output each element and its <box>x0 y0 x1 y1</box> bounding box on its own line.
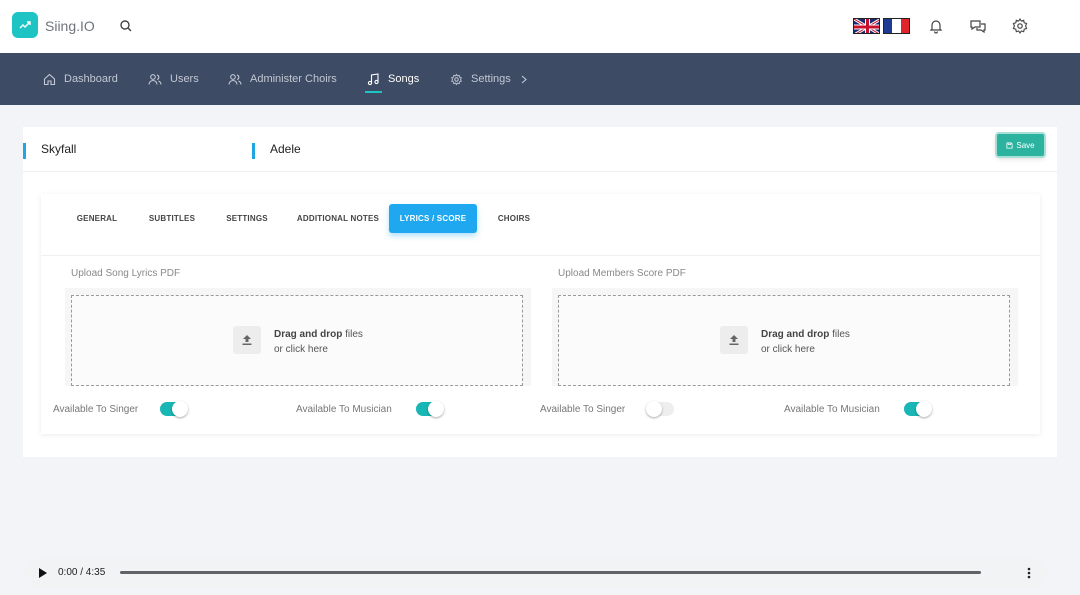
lyrics-singer-toggle[interactable] <box>160 401 188 417</box>
divider <box>41 255 1040 256</box>
more-options-icon[interactable] <box>1023 566 1035 580</box>
toggle-knob <box>646 401 662 417</box>
dropzone-click-text: or click here <box>274 344 328 355</box>
tab-settings[interactable]: SETTINGS <box>219 204 275 233</box>
tab-panel: GENERAL SUBTITLES SETTINGS ADDITIONAL NO… <box>41 194 1040 434</box>
nav-item-label: Settings <box>471 73 511 85</box>
main-nav: Dashboard Users Administer Choirs Songs … <box>0 53 1080 105</box>
upload-icon <box>233 326 261 354</box>
nav-item-label: Users <box>170 73 199 85</box>
app-name: Siing.IO <box>45 18 95 34</box>
toggle-knob <box>428 401 444 417</box>
lyrics-musician-toggle-label: Available To Musician <box>296 404 392 415</box>
search-icon[interactable] <box>119 19 133 33</box>
nav-item-dashboard[interactable]: Dashboard <box>43 53 118 105</box>
lyrics-musician-toggle[interactable] <box>416 401 444 417</box>
divider <box>23 171 1057 172</box>
score-upload-label: Upload Members Score PDF <box>558 268 686 279</box>
tab-lyrics-score[interactable]: LYRICS / SCORE <box>389 204 477 233</box>
song-editor-card: Skyfall Adele Save GENERAL SUBTITLES SET… <box>23 127 1057 457</box>
chat-icon[interactable] <box>969 17 987 35</box>
lyrics-dropzone-container: Drag and drop files or click here <box>65 288 531 386</box>
app-logo[interactable] <box>12 12 38 38</box>
nav-item-label: Administer Choirs <box>250 73 337 85</box>
score-singer-toggle[interactable] <box>646 401 674 417</box>
dropzone-files-text: files <box>342 329 363 340</box>
trend-up-icon <box>19 21 31 29</box>
score-dropzone-container: Drag and drop files or click here <box>552 288 1018 386</box>
song-artist-field[interactable]: Adele <box>270 142 301 156</box>
floppy-disk-icon <box>1006 141 1013 149</box>
dropzone-text: Drag and drop files or click here <box>761 327 850 357</box>
tab-choirs[interactable]: CHOIRS <box>489 204 539 233</box>
uk-flag-icon[interactable] <box>853 18 880 34</box>
save-button[interactable]: Save <box>997 134 1044 156</box>
dropzone-files-text: files <box>829 329 850 340</box>
active-nav-indicator <box>365 91 382 93</box>
gear-icon <box>451 73 462 85</box>
users-icon <box>228 73 242 85</box>
gear-icon[interactable] <box>1011 17 1029 35</box>
lyrics-singer-toggle-label: Available To Singer <box>53 404 139 415</box>
play-icon[interactable] <box>38 567 48 579</box>
score-dropzone[interactable]: Drag and drop files or click here <box>558 295 1010 386</box>
playback-progress-bar[interactable] <box>120 571 981 574</box>
bell-icon[interactable] <box>927 17 945 35</box>
nav-item-settings[interactable]: Settings <box>450 53 535 105</box>
lyrics-dropzone[interactable]: Drag and drop files or click here <box>71 295 523 386</box>
tab-subtitles[interactable]: SUBTITLES <box>143 204 201 233</box>
score-musician-toggle-label: Available To Musician <box>784 404 880 415</box>
save-button-label: Save <box>1016 140 1035 150</box>
toggle-knob <box>916 401 932 417</box>
dropzone-text: Drag and drop files or click here <box>274 327 363 357</box>
dropzone-click-text: or click here <box>761 344 815 355</box>
lyrics-upload-label: Upload Song Lyrics PDF <box>71 268 181 279</box>
score-singer-toggle-label: Available To Singer <box>540 404 626 415</box>
nav-item-label: Dashboard <box>64 73 118 85</box>
music-note-icon <box>367 72 379 85</box>
score-musician-toggle[interactable] <box>904 401 932 417</box>
audio-player: 0:00 / 4:35 <box>23 558 1048 588</box>
france-flag-icon[interactable] <box>883 18 910 34</box>
field-accent <box>23 143 26 159</box>
field-accent <box>252 143 255 159</box>
tab-additional-notes[interactable]: ADDITIONAL NOTES <box>291 204 385 233</box>
users-icon <box>148 73 162 85</box>
home-icon <box>43 73 56 85</box>
nav-item-label: Songs <box>388 73 420 85</box>
dropzone-bold-text: Drag and drop <box>274 329 343 340</box>
chevron-right-icon <box>521 75 527 83</box>
nav-item-songs[interactable]: Songs <box>367 53 419 105</box>
top-bar: Siing.IO <box>0 0 1080 53</box>
nav-item-administer-choirs[interactable]: Administer Choirs <box>228 53 337 105</box>
dropzone-bold-text: Drag and drop <box>761 329 830 340</box>
toggle-knob <box>172 401 188 417</box>
song-title-field[interactable]: Skyfall <box>41 142 76 156</box>
tab-general[interactable]: GENERAL <box>69 204 125 233</box>
nav-item-users[interactable]: Users <box>148 53 199 105</box>
upload-icon <box>720 326 748 354</box>
playback-time: 0:00 / 4:35 <box>58 567 106 578</box>
